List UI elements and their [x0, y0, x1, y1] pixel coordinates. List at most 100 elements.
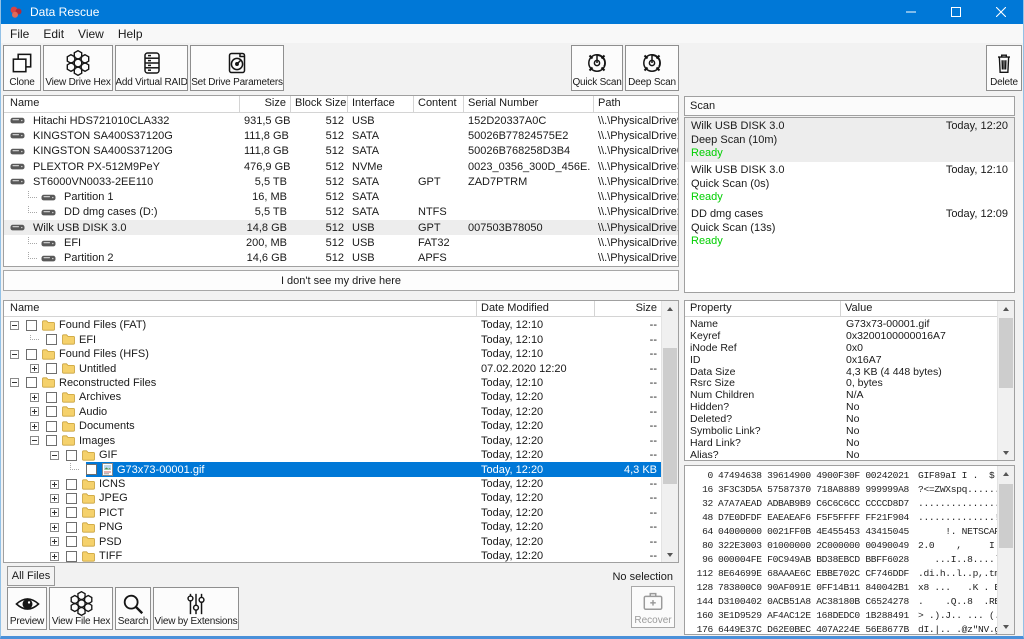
- menu-edit[interactable]: Edit: [36, 26, 71, 42]
- property-row[interactable]: Symbolic Link?No: [685, 425, 997, 437]
- menu-help[interactable]: Help: [111, 26, 150, 42]
- close-button[interactable]: [978, 0, 1023, 24]
- property-row[interactable]: Rsrc Size0, bytes: [685, 377, 997, 389]
- file-tree-row[interactable]: GIFToday, 12:20--: [4, 448, 661, 462]
- quick-scan-button[interactable]: Quick Scan: [571, 45, 623, 91]
- set-drive-parameters-button[interactable]: Set Drive Parameters: [190, 45, 284, 91]
- expand-icon[interactable]: [30, 407, 46, 416]
- col-file-size[interactable]: Size: [595, 301, 661, 316]
- menu-view[interactable]: View: [71, 26, 111, 42]
- expand-icon[interactable]: [50, 537, 66, 546]
- expand-icon[interactable]: [30, 422, 46, 431]
- file-tree-row[interactable]: AudioToday, 12:20--: [4, 405, 661, 419]
- collapse-icon[interactable]: [10, 350, 26, 359]
- file-tree-row[interactable]: Found Files (HFS)Today, 12:10--: [4, 347, 661, 361]
- file-tree-row[interactable]: EFIToday, 12:10--: [4, 332, 661, 346]
- scrollbar-down-button[interactable]: [998, 445, 1014, 460]
- expand-icon[interactable]: [30, 364, 46, 373]
- checkbox[interactable]: [26, 377, 37, 388]
- file-tree-row[interactable]: ImagesToday, 12:20--: [4, 434, 661, 448]
- col-block-size[interactable]: Block Size: [291, 96, 348, 112]
- file-tree-row[interactable]: PICTToday, 12:20--: [4, 506, 661, 520]
- property-row[interactable]: Hard Link?No: [685, 437, 997, 449]
- property-row[interactable]: Deleted?No: [685, 413, 997, 425]
- clone-button[interactable]: Clone: [3, 45, 41, 91]
- file-tree-row[interactable]: DocumentsToday, 12:20--: [4, 419, 661, 433]
- expand-icon[interactable]: [50, 494, 66, 503]
- expand-icon[interactable]: [50, 480, 66, 489]
- drive-row[interactable]: PLEXTOR PX-512M9PeY476,9 GB512NVMe0023_0…: [4, 159, 678, 174]
- scrollbar-up-button[interactable]: [662, 301, 678, 316]
- checkbox[interactable]: [66, 522, 77, 533]
- file-tree-row[interactable]: Found Files (FAT)Today, 12:10--: [4, 318, 661, 332]
- file-tree-row[interactable]: JPEGToday, 12:20--: [4, 491, 661, 505]
- expand-icon[interactable]: [50, 552, 66, 561]
- all-files-tab[interactable]: All Files: [7, 566, 55, 586]
- checkbox[interactable]: [86, 464, 97, 475]
- file-tree-row[interactable]: Reconstructed FilesToday, 12:10--: [4, 376, 661, 390]
- checkbox[interactable]: [46, 421, 57, 432]
- checkbox[interactable]: [46, 435, 57, 446]
- checkbox[interactable]: [66, 493, 77, 504]
- file-tree-row[interactable]: PNGToday, 12:20--: [4, 520, 661, 534]
- collapse-icon[interactable]: [50, 451, 66, 460]
- file-tree-row[interactable]: ArchivesToday, 12:20--: [4, 390, 661, 404]
- file-tree-row[interactable]: TIFFToday, 12:20--: [4, 549, 661, 562]
- property-row[interactable]: Num ChildrenN/A: [685, 389, 997, 401]
- expand-icon[interactable]: [50, 508, 66, 517]
- col-file-name[interactable]: Name: [4, 301, 477, 316]
- property-scrollbar[interactable]: [997, 301, 1014, 460]
- preview-button[interactable]: Preview: [7, 587, 47, 630]
- col-name[interactable]: Name: [4, 96, 240, 112]
- col-interface[interactable]: Interface: [348, 96, 414, 112]
- checkbox[interactable]: [46, 363, 57, 374]
- col-serial-number[interactable]: Serial Number: [464, 96, 594, 112]
- checkbox[interactable]: [66, 479, 77, 490]
- col-value[interactable]: Value: [841, 301, 997, 316]
- checkbox[interactable]: [46, 392, 57, 403]
- hex-scrollbar[interactable]: [997, 466, 1014, 634]
- scrollbar-thumb[interactable]: [999, 318, 1013, 388]
- view-by-extensions-button[interactable]: View by Extensions: [153, 587, 239, 630]
- scrollbar-down-button[interactable]: [998, 619, 1014, 634]
- drive-row[interactable]: Hitachi HDS721010CLA332931,5 GB512USB152…: [4, 113, 678, 128]
- file-tree-row[interactable]: Untitled07.02.2020 12:20--: [4, 361, 661, 375]
- scrollbar-up-button[interactable]: [998, 466, 1014, 481]
- drive-row[interactable]: Partition 116, MB512SATA\\.\PhysicalDriv…: [4, 189, 678, 204]
- property-row[interactable]: Hidden?No: [685, 401, 997, 413]
- col-path[interactable]: Path: [594, 96, 678, 112]
- drive-row[interactable]: DD dmg cases (D:)5,5 TB512SATANTFS\\.\Ph…: [4, 205, 678, 220]
- scan-entry[interactable]: DD dmg casesToday, 12:09Quick Scan (13s)…: [685, 206, 1014, 250]
- scan-entry[interactable]: Wilk USB DISK 3.0Today, 12:20Deep Scan (…: [685, 118, 1014, 162]
- view-file-hex-button[interactable]: View File Hex: [49, 587, 113, 630]
- drive-row[interactable]: KINGSTON SA400S37120G111,8 GB512SATA5002…: [4, 128, 678, 143]
- maximize-button[interactable]: [933, 0, 978, 24]
- scrollbar-thumb[interactable]: [999, 484, 1013, 548]
- drive-row[interactable]: Wilk USB DISK 3.014,8 GB512USBGPT007503B…: [4, 220, 678, 235]
- col-property[interactable]: Property: [685, 301, 841, 316]
- recover-button[interactable]: Recover: [631, 586, 675, 628]
- delete-button[interactable]: Delete: [986, 45, 1022, 91]
- file-tree-row[interactable]: ICNSToday, 12:20--: [4, 477, 661, 491]
- expand-icon[interactable]: [50, 523, 66, 532]
- checkbox[interactable]: [66, 507, 77, 518]
- checkbox[interactable]: [26, 349, 37, 360]
- checkbox[interactable]: [66, 551, 77, 562]
- file-tree-scrollbar[interactable]: [661, 301, 678, 562]
- col-size[interactable]: Size: [240, 96, 291, 112]
- property-row[interactable]: Keyref0x3200100000016A7: [685, 330, 997, 342]
- search-button[interactable]: Search: [115, 587, 151, 630]
- drive-row[interactable]: Partition 214,6 GB512USBAPFS\\.\Physical…: [4, 251, 678, 266]
- drive-row[interactable]: ST6000VN0033-2EE1105,5 TB512SATAGPTZAD7P…: [4, 174, 678, 189]
- drive-row[interactable]: KINGSTON SA400S37120G111,8 GB512SATA5002…: [4, 144, 678, 159]
- col-content[interactable]: Content: [414, 96, 464, 112]
- collapse-icon[interactable]: [10, 378, 26, 387]
- expand-icon[interactable]: [30, 393, 46, 402]
- add-virtual-raid-button[interactable]: Add Virtual RAID: [115, 45, 188, 91]
- collapse-icon[interactable]: [10, 321, 26, 330]
- checkbox[interactable]: [66, 536, 77, 547]
- checkbox[interactable]: [66, 450, 77, 461]
- checkbox[interactable]: [26, 320, 37, 331]
- property-row[interactable]: Alias?No: [685, 449, 997, 460]
- checkbox[interactable]: [46, 334, 57, 345]
